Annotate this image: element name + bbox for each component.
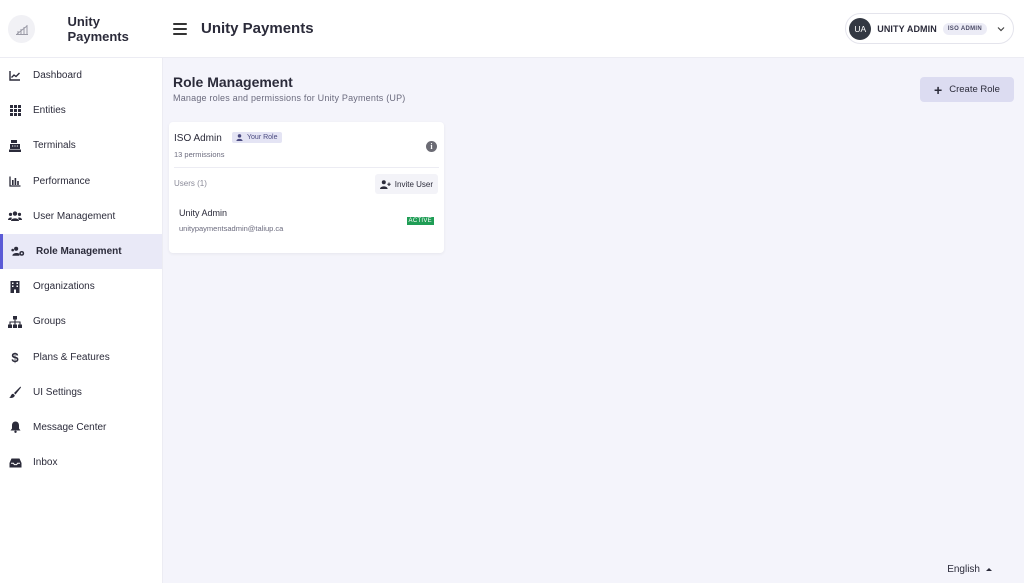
sitemap-icon [8, 315, 22, 329]
caret-up-icon [986, 568, 992, 571]
building-icon [8, 280, 22, 294]
your-role-label: Your Role [247, 134, 278, 141]
create-role-button[interactable]: + Create Role [920, 77, 1014, 102]
header-title: Unity Payments [201, 20, 314, 37]
sidebar-item-dashboard[interactable]: Dashboard [0, 58, 162, 93]
sidebar-item-organizations[interactable]: Organizations [0, 269, 162, 304]
sidebar-item-groups[interactable]: Groups [0, 304, 162, 339]
sidebar-item-label: UI Settings [33, 386, 82, 398]
sidebar-item-label: Inbox [33, 457, 58, 469]
sidebar-item-label: Message Center [33, 421, 107, 433]
sidebar-item-label: Role Management [36, 246, 122, 258]
status-badge: ACTIVE [406, 217, 434, 225]
sidebar-item-entities[interactable]: Entities [0, 93, 162, 128]
sidebar: Dashboard Entities Terminals Performance… [0, 58, 163, 583]
role-name: ISO Admin [174, 133, 222, 144]
sidebar-item-label: Groups [33, 316, 66, 328]
chevron-down-icon [997, 26, 1005, 31]
divider [174, 167, 439, 168]
invite-user-button[interactable]: Invite User [374, 174, 438, 194]
users-cog-icon [11, 245, 25, 259]
chart-line-icon [8, 69, 22, 83]
sidebar-item-label: User Management [33, 210, 116, 222]
user-menu[interactable]: UA UNITY ADMIN ISO ADMIN [845, 13, 1014, 44]
user-role-badge: ISO ADMIN [942, 22, 987, 35]
sidebar-item-label: Organizations [33, 281, 95, 293]
invite-user-label: Invite User [394, 179, 433, 189]
user-row-email: unitypaymentsadmin@taliup.ca [179, 224, 284, 233]
brush-icon [8, 385, 22, 399]
sidebar-item-performance[interactable]: Performance [0, 164, 162, 199]
sidebar-item-label: Entities [33, 105, 66, 117]
inbox-icon [8, 456, 22, 470]
sidebar-item-ui-settings[interactable]: UI Settings [0, 375, 162, 410]
sidebar-item-message-center[interactable]: Message Center [0, 410, 162, 445]
role-card-header: ISO Admin Your Role 13 permissions i [174, 132, 439, 168]
language-selector[interactable]: English [947, 564, 992, 575]
brand-name: Unity Payments [67, 13, 129, 44]
cash-register-icon [8, 139, 22, 153]
top-bar: Unity Payments Unity Payments UA UNITY A… [0, 0, 1024, 58]
your-role-badge: Your Role [232, 132, 282, 143]
menu-toggle-icon[interactable] [173, 22, 187, 35]
user-row[interactable]: Unity Admin unitypaymentsadmin@taliup.ca… [174, 202, 439, 238]
bar-chart-icon [8, 174, 22, 188]
create-role-label: Create Role [949, 84, 1000, 95]
grid-icon [8, 104, 22, 118]
sidebar-item-label: Dashboard [33, 70, 82, 82]
user-name: UNITY ADMIN [877, 23, 937, 34]
sidebar-item-inbox[interactable]: Inbox [0, 445, 162, 480]
page-title: Role Management [173, 74, 293, 90]
avatar: UA [849, 17, 872, 40]
page-subtitle: Manage roles and permissions for Unity P… [173, 93, 406, 103]
person-icon [236, 134, 243, 141]
sidebar-item-role-management[interactable]: Role Management [0, 233, 162, 270]
user-plus-icon [379, 179, 391, 189]
sidebar-item-plans-features[interactable]: $ Plans & Features [0, 340, 162, 375]
permission-count: 13 permissions [174, 150, 225, 159]
plus-icon: + [934, 81, 943, 98]
user-row-name: Unity Admin [179, 208, 228, 218]
dollar-icon: $ [11, 349, 19, 365]
role-card[interactable]: ISO Admin Your Role 13 permissions i Use… [169, 122, 444, 253]
sidebar-item-user-management[interactable]: User Management [0, 199, 162, 234]
users-icon [8, 209, 22, 223]
users-count-label: Users (1) [174, 179, 207, 188]
brand-logo-icon[interactable] [8, 14, 36, 43]
language-label: English [947, 564, 980, 575]
sidebar-item-label: Plans & Features [33, 351, 110, 363]
brand: Unity Payments [0, 0, 163, 58]
sidebar-item-label: Terminals [33, 140, 76, 152]
sidebar-item-terminals[interactable]: Terminals [0, 128, 162, 163]
info-icon[interactable]: i [426, 141, 437, 152]
sidebar-item-label: Performance [33, 175, 91, 187]
bell-icon [8, 420, 22, 434]
